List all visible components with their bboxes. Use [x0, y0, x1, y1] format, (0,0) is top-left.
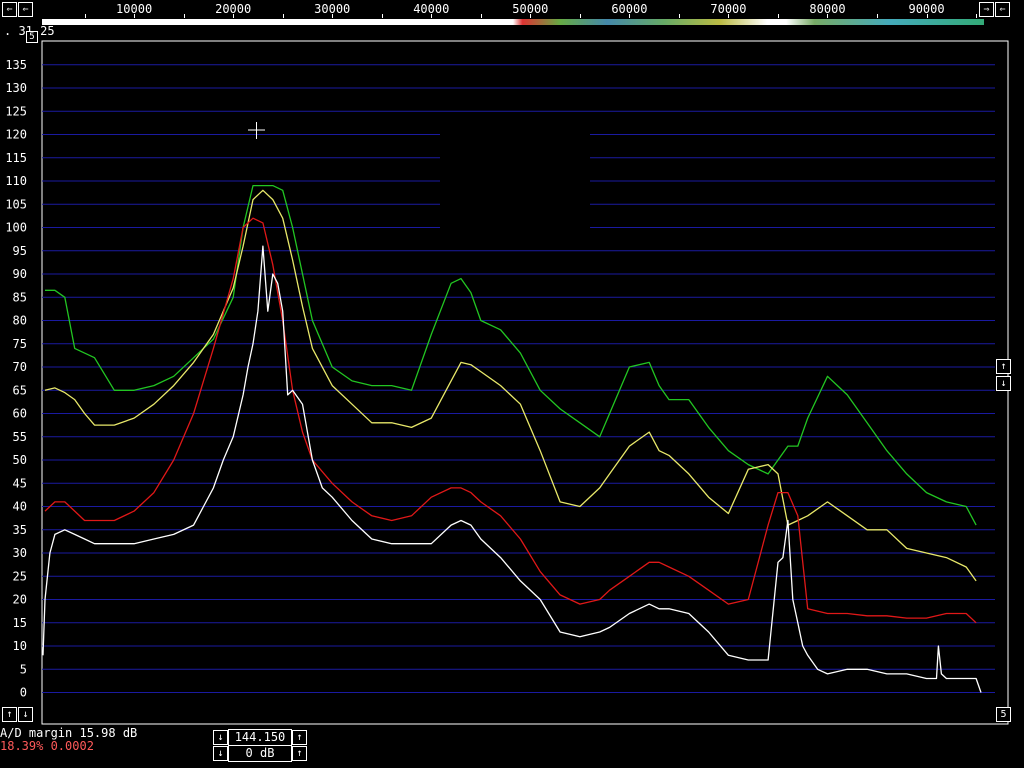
bottom-right-button[interactable]: 5	[996, 707, 1011, 722]
y-tick-label: 90	[13, 267, 27, 281]
yellow-trace	[44, 189, 977, 582]
freq-tick	[84, 14, 86, 18]
percent-status: 18.39% 0.0002	[0, 739, 94, 753]
scale-down-button[interactable]: ↓	[996, 376, 1011, 391]
gain-readout[interactable]: 0 dB	[228, 745, 292, 762]
y-tick-label: 130	[5, 81, 27, 95]
freq-tick	[233, 14, 235, 18]
small-value-button[interactable]: 5	[26, 31, 38, 43]
freq-down-button[interactable]: ↓	[213, 730, 228, 745]
gain-up-button[interactable]: ↑	[292, 746, 307, 761]
y-tick-label: 5	[20, 662, 27, 676]
y-tick-label: 25	[13, 569, 27, 583]
y-tick-label: 110	[5, 174, 27, 188]
freq-tick	[480, 14, 482, 18]
y-tick-label: 0	[20, 686, 27, 700]
freq-tick	[530, 14, 532, 18]
crosshair-cursor	[248, 122, 265, 139]
y-tick-label: 60	[13, 407, 27, 421]
y-axis-labels: 0 5 10 15 20 25 30 35 40 45 50 55 60 65 70 75 80 85 90 95 10…	[5, 58, 27, 700]
y-tick-label: 65	[13, 383, 27, 397]
y-tick-label: 30	[13, 546, 27, 560]
y-tick-label: 115	[5, 151, 27, 165]
freq-tick	[678, 14, 680, 18]
white-trace	[42, 245, 982, 693]
frequency-scale: 10000 20000 30000 40000 50000 60000 70000 80000…	[42, 0, 984, 18]
left-up-button[interactable]: ↑	[2, 707, 17, 722]
frequency-readout[interactable]: 144.150	[228, 729, 292, 746]
y-tick-label: 85	[13, 290, 27, 304]
red-trace	[44, 217, 977, 624]
y-tick-label: 125	[5, 104, 27, 118]
blank-region	[440, 130, 590, 235]
y-tick-label: 135	[5, 58, 27, 72]
scroll-end-button[interactable]: ⇐	[995, 2, 1010, 17]
freq-tick	[431, 14, 433, 18]
freq-tick	[827, 14, 829, 18]
y-tick-label: 55	[13, 430, 27, 444]
y-tick-label: 80	[13, 314, 27, 328]
freq-tick	[877, 14, 879, 18]
y-tick-label: 50	[13, 453, 27, 467]
freq-tick	[579, 14, 581, 18]
y-tick-label: 20	[13, 593, 27, 607]
green-trace	[45, 184, 977, 526]
scale-up-button[interactable]: ↑	[996, 359, 1011, 374]
spectrum-traces	[42, 184, 982, 693]
y-tick-label: 15	[13, 616, 27, 630]
freq-tick	[777, 14, 779, 18]
y-tick-label: 35	[13, 523, 27, 537]
freq-tick	[976, 14, 978, 18]
waterfall-strip	[42, 19, 984, 25]
y-tick-label: 40	[13, 500, 27, 514]
y-tick-label: 95	[13, 244, 27, 258]
freq-tick	[381, 14, 383, 18]
y-tick-label: 70	[13, 360, 27, 374]
y-tick-label: 100	[5, 221, 27, 235]
y-tick-label: 105	[5, 197, 27, 211]
y-tick-label: 75	[13, 337, 27, 351]
y-tick-label: 45	[13, 476, 27, 490]
y-tick-label: 10	[13, 639, 27, 653]
scroll-right-button[interactable]: ⇒	[979, 2, 994, 17]
left-down-button[interactable]: ↓	[18, 707, 33, 722]
freq-up-button[interactable]: ↑	[292, 730, 307, 745]
freq-tick	[282, 14, 284, 18]
freq-tick	[629, 14, 631, 18]
freq-tick	[183, 14, 185, 18]
scroll-left-button-2[interactable]: ⇐	[18, 2, 33, 17]
scroll-left-button-1[interactable]: ⇐	[2, 2, 17, 17]
y-tick-label: 120	[5, 128, 27, 142]
freq-tick	[728, 14, 730, 18]
spectrum-plot[interactable]: 0510152025303540455055606570758085909510…	[0, 0, 1024, 768]
freq-tick	[332, 14, 334, 18]
freq-tick	[926, 14, 928, 18]
freq-tick	[134, 14, 136, 18]
gain-down-button[interactable]: ↓	[213, 746, 228, 761]
